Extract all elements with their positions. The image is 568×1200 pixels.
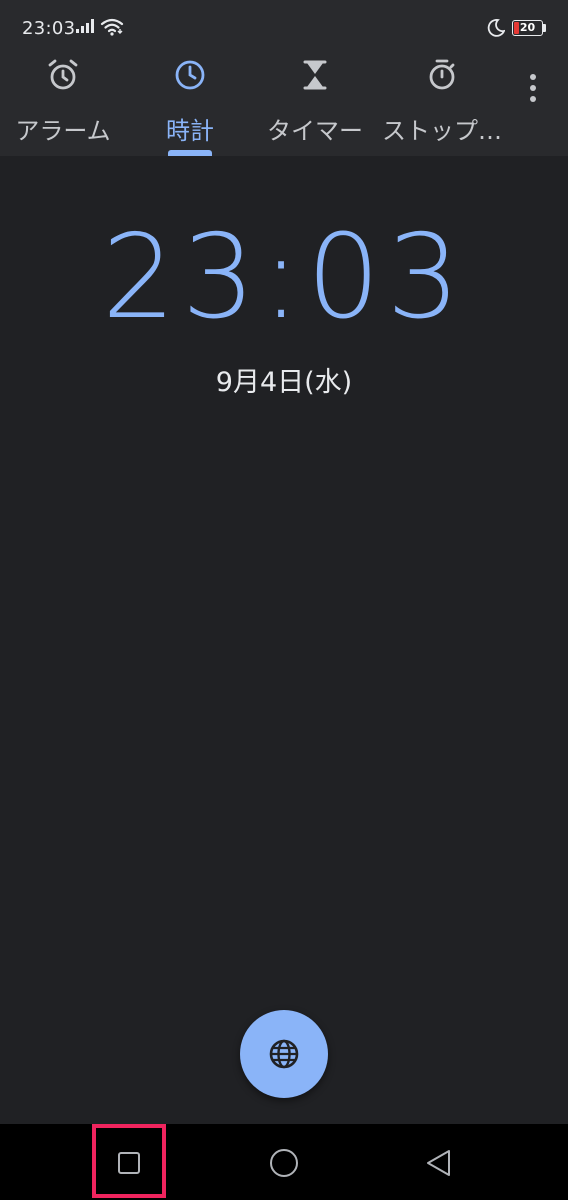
tab-label-clock: 時計 xyxy=(166,117,214,145)
back-triangle-icon xyxy=(427,1150,450,1176)
tab-timer[interactable]: タイマー xyxy=(262,56,368,156)
tab-clock[interactable]: 時計 xyxy=(140,56,240,156)
tab-label-alarm: アラーム xyxy=(15,117,111,145)
more-dot-icon xyxy=(530,96,536,102)
status-time: 23:03 xyxy=(22,18,76,39)
hourglass-icon xyxy=(303,60,327,90)
world-clock-fab[interactable] xyxy=(240,1010,328,1098)
stopwatch-icon xyxy=(429,59,455,90)
tab-label-timer: タイマー xyxy=(267,117,363,145)
recents-button[interactable] xyxy=(92,1124,166,1200)
overflow-menu-button[interactable] xyxy=(516,68,550,108)
more-dot-icon xyxy=(530,85,536,91)
home-button[interactable] xyxy=(247,1124,321,1200)
globe-icon xyxy=(269,1039,299,1069)
wifi-icon xyxy=(100,18,124,36)
current-time-display[interactable]: 23:03 xyxy=(0,208,568,348)
tab-stopwatch[interactable]: ストップ… xyxy=(382,56,502,156)
more-dot-icon xyxy=(530,74,536,80)
tab-label-stopwatch: ストップ… xyxy=(382,117,502,145)
battery-tip xyxy=(543,24,546,32)
alarm-clock-icon xyxy=(48,59,78,90)
clock-icon xyxy=(175,60,205,90)
current-date-label: 9月4日(水) xyxy=(215,367,353,398)
status-bar: 23:03 20 xyxy=(0,0,568,56)
signal-icon xyxy=(76,19,94,33)
tab-bar: アラーム 時計 タイマー ストップ… xyxy=(0,56,568,156)
active-tab-indicator xyxy=(168,150,212,156)
home-circle-icon xyxy=(270,1149,298,1177)
recents-square-icon xyxy=(118,1152,140,1174)
battery-icon: 20 xyxy=(512,20,543,36)
moon-icon xyxy=(487,19,505,37)
back-button[interactable] xyxy=(402,1124,476,1200)
tab-alarm[interactable]: アラーム xyxy=(10,56,116,156)
battery-level: 20 xyxy=(519,21,536,34)
system-nav-bar xyxy=(0,1124,568,1200)
clock-app-screen: 23:03 20 アラーム 時計 タイマー ストップ… 23:03 9月4日(水… xyxy=(0,0,568,1200)
